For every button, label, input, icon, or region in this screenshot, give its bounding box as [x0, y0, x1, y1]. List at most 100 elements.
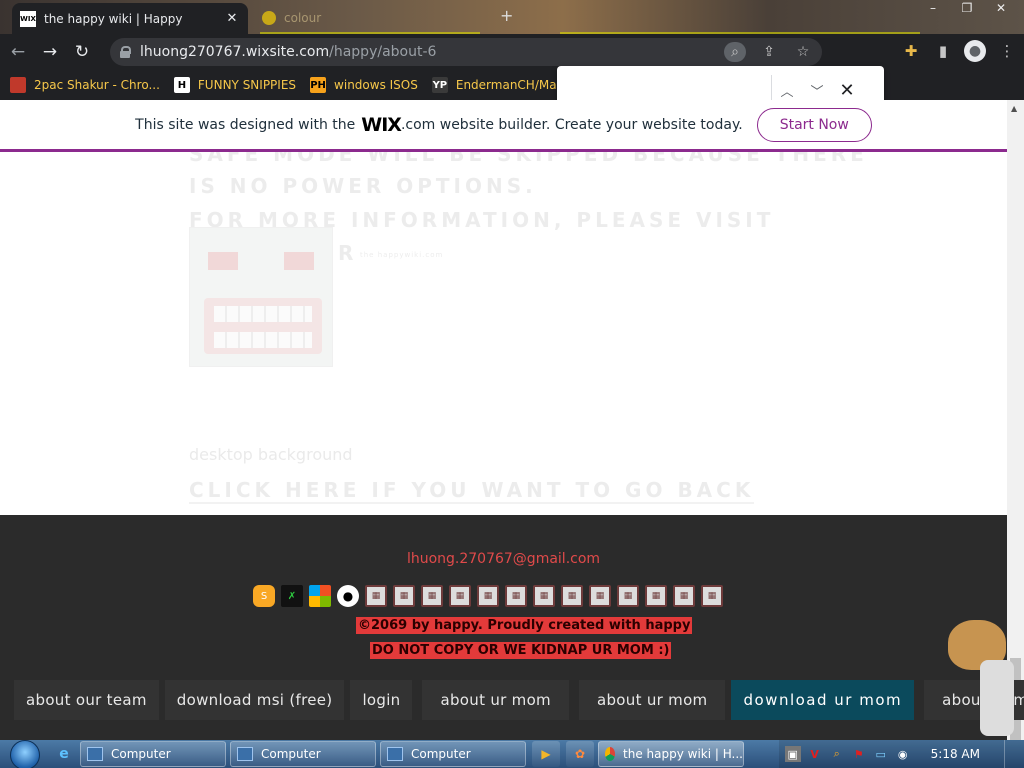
restore-icon[interactable]: ❐	[950, 0, 984, 18]
taskbar-item[interactable]: Computer	[80, 741, 226, 767]
faded-link[interactable]: the happywiki.com	[360, 251, 443, 259]
doge-sticker-image	[940, 620, 1024, 738]
taskbar-item[interactable]: Computer	[230, 741, 376, 767]
tab-title: colour	[284, 11, 322, 25]
wix-favicon-icon: WIX	[20, 10, 36, 27]
xbox-icon[interactable]: ✗	[281, 585, 303, 607]
minimize-icon[interactable]: –	[916, 0, 950, 18]
ie-icon[interactable]: e	[52, 743, 76, 765]
extensions-puzzle-icon[interactable]: ✚	[900, 40, 922, 62]
face-eye	[284, 252, 314, 270]
find-next-chevron-down-icon[interactable]: ﹀	[802, 81, 832, 100]
start-orb-icon[interactable]	[6, 740, 42, 768]
face-icon[interactable]: ▦	[365, 585, 387, 607]
taskbar-item-label: the happy wiki | H...	[623, 747, 743, 761]
face-teeth	[214, 332, 312, 348]
bookmark-label: windows ISOS	[334, 78, 418, 92]
toolbar-right: ✚ ▮ ● ⋮	[900, 40, 1018, 62]
face-teeth	[214, 306, 312, 322]
face-icon[interactable]: ▦	[505, 585, 527, 607]
forward-icon[interactable]: →	[36, 38, 64, 66]
profile-avatar-icon[interactable]: ●	[964, 40, 986, 62]
face-icon[interactable]: ▦	[617, 585, 639, 607]
clock[interactable]: 5:18 AM	[931, 747, 980, 761]
tray-v-icon[interactable]: V	[807, 746, 823, 762]
tray-network-icon[interactable]: ▭	[873, 746, 889, 762]
reload-icon[interactable]: ↻	[68, 38, 96, 66]
tray-search-icon[interactable]: ⌕	[829, 746, 845, 762]
desktop-background-text: desktop background	[189, 445, 353, 464]
taskbar-item-active[interactable]: the happy wiki | H...	[598, 741, 744, 767]
bookmark-folder-icon	[10, 77, 26, 93]
footer-nav-item[interactable]: about ur mom	[422, 680, 569, 720]
copyright-text: ©2069 by happy. Proudly created with hap…	[356, 617, 693, 634]
explorer-icon	[87, 747, 103, 761]
share-icon[interactable]: ⇪	[758, 42, 780, 62]
go-back-link[interactable]: CLICK HERE IF YOU WANT TO GO BACK	[189, 478, 755, 504]
face-icon[interactable]: ▦	[701, 585, 723, 607]
face-icon[interactable]: ▦	[589, 585, 611, 607]
face-icon[interactable]: ▦	[477, 585, 499, 607]
screen: WIX the happy wiki | Happy ✕ colour + – …	[0, 0, 1024, 768]
github-icon[interactable]: ●	[337, 585, 359, 607]
bookmark-star-icon[interactable]: ☆	[792, 42, 814, 62]
tab-active[interactable]: WIX the happy wiki | Happy ✕	[12, 3, 248, 34]
side-panel-icon[interactable]: ▮	[932, 40, 954, 62]
back-icon[interactable]: ←	[4, 38, 32, 66]
wix-logo[interactable]: WIX	[361, 114, 402, 136]
scroll-up-icon[interactable]: ▲	[1011, 104, 1017, 113]
address-bar[interactable]: lhuong270767.wixsite.com/happy/about-6 ⌕…	[110, 38, 822, 66]
bookmark-yp-icon: YP	[431, 77, 448, 93]
show-desktop-button[interactable]	[1004, 740, 1018, 768]
find-close-icon[interactable]: ✕	[832, 80, 862, 101]
face-icon[interactable]: ▦	[673, 585, 695, 607]
start-now-button[interactable]: Start Now	[756, 107, 872, 142]
footer-nav-item[interactable]: about ur mom	[578, 680, 726, 720]
tab-close-icon[interactable]: ✕	[224, 11, 240, 26]
face-icon[interactable]: ▦	[393, 585, 415, 607]
windows-taskbar: e Computer Computer Computer ▶ ✿ the hap…	[0, 740, 1024, 768]
media-player-icon[interactable]: ▶	[532, 741, 560, 767]
face-icon[interactable]: ▦	[645, 585, 667, 607]
face-icon[interactable]: ▦	[421, 585, 443, 607]
footer-nav-item[interactable]: about our team	[14, 680, 159, 720]
scratch-icon[interactable]: S	[253, 585, 275, 607]
face-icon[interactable]: ▦	[449, 585, 471, 607]
tab-background[interactable]: colour	[254, 6, 484, 30]
figure-body	[980, 660, 1014, 736]
face-eye	[208, 252, 238, 270]
bookmark-item[interactable]: PH windows ISOS	[310, 77, 418, 93]
lock-icon[interactable]	[120, 46, 131, 58]
menu-kebab-icon[interactable]: ⋮	[996, 40, 1018, 62]
bookmark-label: 2pac Shakur - Chro...	[34, 78, 160, 92]
bookmark-item[interactable]: H FUNNY SNIPPIES	[173, 77, 296, 93]
tab-title: the happy wiki | Happy	[44, 11, 183, 26]
banner-text-before: This site was designed with the	[135, 116, 356, 133]
bookmark-h-icon: H	[173, 77, 190, 93]
tray-flag-icon[interactable]: ⚑	[851, 746, 867, 762]
windows-icon[interactable]	[309, 585, 331, 607]
footer-nav-item-active[interactable]: download ur mom	[731, 680, 915, 720]
social-icons-bar: S ✗ ● ▦ ▦ ▦ ▦ ▦ ▦ ▦ ▦ ▦ ▦ ▦ ▦ ▦	[253, 585, 723, 607]
footer-email-link[interactable]: lhuong.270767@gmail.com	[0, 551, 1007, 567]
taskbar-item[interactable]: Computer	[380, 741, 526, 767]
face-icon[interactable]: ▦	[561, 585, 583, 607]
bookmark-item[interactable]: 2pac Shakur - Chro...	[10, 77, 160, 93]
tab-strip: WIX the happy wiki | Happy ✕ colour + – …	[0, 0, 1024, 34]
footer-nav: about our team download msi (free) login…	[14, 680, 1024, 720]
omnibox-actions: ⌕ ⇪ ☆	[724, 42, 814, 62]
new-tab-button[interactable]: +	[500, 6, 513, 25]
close-window-icon[interactable]: ✕	[984, 0, 1018, 18]
find-prev-chevron-up-icon[interactable]: ︿	[772, 81, 802, 100]
taskbar-item-label: Computer	[261, 747, 321, 761]
tray-volume-icon[interactable]: ◉	[895, 746, 911, 762]
footer-nav-item[interactable]: download msi (free)	[164, 680, 345, 720]
paint-icon[interactable]: ✿	[566, 741, 594, 767]
browser-toolbar: ← → ↻ lhuong270767.wixsite.com/happy/abo…	[0, 34, 1024, 70]
face-icon[interactable]: ▦	[533, 585, 555, 607]
find-icon[interactable]: ⌕	[724, 42, 746, 62]
tray-app-icon[interactable]: ▣	[784, 746, 801, 762]
explorer-icon	[387, 747, 403, 761]
footer-nav-item[interactable]: login	[350, 680, 413, 720]
wix-promo-banner: This site was designed with the WIX .com…	[0, 100, 1007, 152]
